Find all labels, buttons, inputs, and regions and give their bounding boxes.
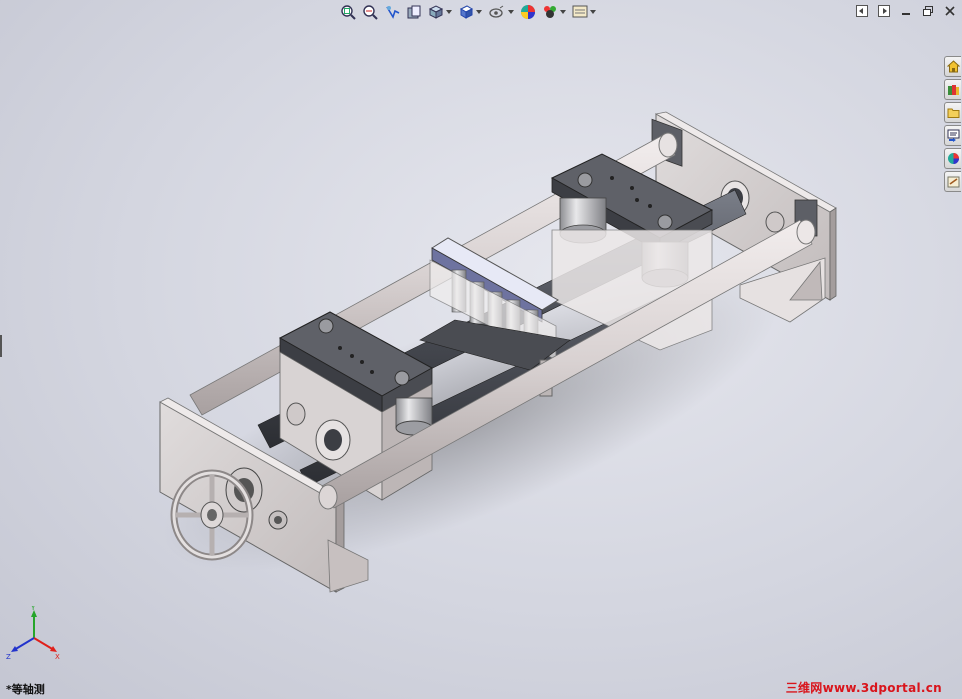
restore-icon[interactable]: [920, 3, 936, 18]
tile-right-icon[interactable]: [876, 3, 892, 18]
feature-manager-toggle[interactable]: [0, 335, 2, 357]
previous-view-icon[interactable]: [382, 3, 402, 21]
assembly-model[interactable]: [0, 0, 962, 699]
heads-up-view-toolbar: [338, 2, 598, 22]
edit-appearance-icon[interactable]: [518, 3, 538, 21]
view-orientation-label: *等轴测: [6, 683, 45, 696]
window-controls: [854, 3, 958, 18]
view-palette-icon[interactable]: [944, 125, 961, 146]
view-orientation-icon[interactable]: [426, 3, 454, 21]
section-view-icon[interactable]: [404, 3, 424, 21]
apply-scene-icon[interactable]: [540, 3, 568, 21]
design-library-icon[interactable]: [944, 79, 961, 100]
zoom-to-area-icon[interactable]: [360, 3, 380, 21]
minimize-icon[interactable]: [898, 3, 914, 18]
triad-y-label: Y: [30, 606, 36, 612]
triad-z-label: Z: [6, 653, 11, 661]
reference-triad: Y X Z: [6, 606, 60, 661]
custom-properties-icon[interactable]: [944, 171, 961, 192]
hide-show-items-icon[interactable]: [486, 3, 516, 21]
zoom-to-fit-icon[interactable]: [338, 3, 358, 21]
graphics-area[interactable]: Y X Z *等轴测 三维网www.3dportal.cn: [0, 0, 962, 699]
view-settings-icon[interactable]: [570, 3, 598, 21]
handwheel: [170, 469, 254, 561]
file-explorer-icon[interactable]: [944, 102, 961, 123]
task-pane-tabs: [944, 56, 962, 192]
triad-x-label: X: [55, 653, 60, 661]
solidworks-resources-icon[interactable]: [944, 56, 961, 77]
display-style-icon[interactable]: [456, 3, 484, 21]
watermark: 三维网www.3dportal.cn: [785, 681, 942, 695]
tile-left-icon[interactable]: [854, 3, 870, 18]
appearances-icon[interactable]: [944, 148, 961, 169]
close-icon[interactable]: [942, 3, 958, 18]
